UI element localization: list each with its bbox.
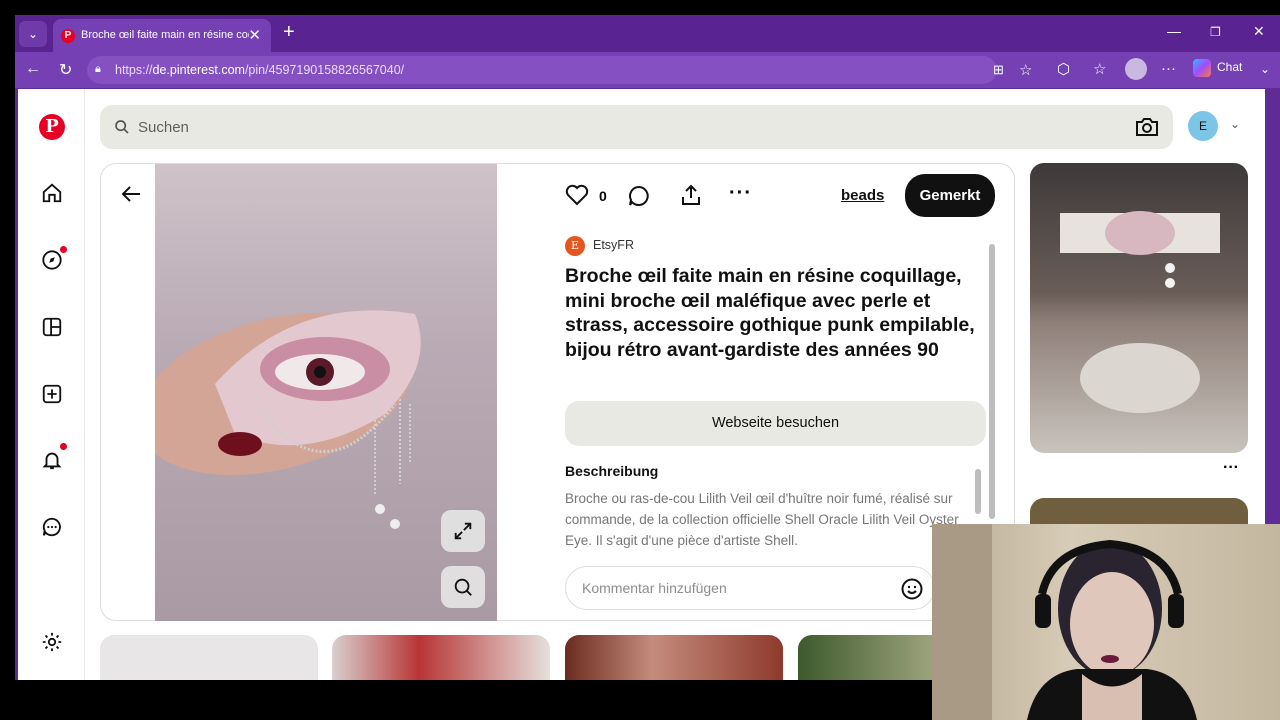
notifications-icon[interactable] bbox=[38, 443, 67, 474]
more-icon[interactable]: ··· bbox=[729, 182, 752, 205]
pin-image[interactable] bbox=[138, 164, 497, 621]
related-pin-more-icon[interactable]: ··· bbox=[1223, 459, 1239, 477]
home-icon[interactable] bbox=[38, 179, 66, 207]
save-button[interactable]: Gemerkt bbox=[905, 174, 995, 217]
left-nav-rail: P bbox=[18, 89, 85, 680]
comment-icon[interactable] bbox=[627, 184, 651, 208]
pin-source[interactable]: E EtsyFR bbox=[565, 236, 634, 256]
feed-pin-2[interactable] bbox=[332, 635, 550, 680]
visual-search-button[interactable] bbox=[441, 566, 485, 608]
feed-pin-3[interactable] bbox=[565, 635, 783, 680]
tab-actions-icon[interactable]: ⌄ bbox=[19, 21, 47, 47]
url-prefix: https:// bbox=[115, 63, 153, 77]
url-path: /pin/4597190158826567040/ bbox=[244, 63, 405, 77]
visual-search-icon bbox=[454, 578, 472, 596]
heart-icon[interactable] bbox=[565, 184, 589, 206]
webcam-overlay bbox=[932, 524, 1280, 720]
chat-label: Chat bbox=[1217, 60, 1243, 75]
like-count: 0 bbox=[599, 188, 607, 204]
favorite-star-icon[interactable]: ☆ bbox=[1019, 61, 1032, 79]
settings-more-icon[interactable]: ··· bbox=[1161, 60, 1176, 77]
create-icon[interactable] bbox=[38, 380, 66, 408]
board-selector[interactable]: beads bbox=[841, 187, 884, 204]
pin-closeup: 0 ··· beads Gemerkt E EtsyFR Broche œil f… bbox=[100, 163, 1015, 621]
boards-icon[interactable] bbox=[38, 313, 66, 341]
explore-badge bbox=[60, 246, 67, 253]
source-name: EtsyFR bbox=[593, 238, 634, 252]
settings-icon[interactable] bbox=[38, 628, 66, 656]
copilot-chat-button[interactable]: Chat bbox=[1193, 59, 1242, 77]
visit-website-button[interactable]: Webseite besuchen bbox=[565, 401, 986, 446]
messages-icon[interactable] bbox=[38, 513, 66, 541]
minimize-icon[interactable]: — bbox=[1167, 23, 1181, 39]
expand-icon bbox=[454, 522, 472, 540]
tab-bar: ⌄ P Broche œil faite main en résine coqu… bbox=[15, 15, 1280, 52]
account-chevron-icon[interactable]: ⌄ bbox=[1230, 117, 1240, 131]
close-window-icon[interactable]: ✕ bbox=[1253, 23, 1265, 40]
search-icon bbox=[115, 120, 129, 134]
url-field[interactable]: 🔒︎ https://de.pinterest.com/pin/45971901… bbox=[87, 56, 1032, 84]
expand-image-button[interactable] bbox=[441, 510, 485, 552]
reader-view-icon[interactable]: ⊞ bbox=[993, 62, 1004, 78]
tab-title: Broche œil faite main en résine coquilla… bbox=[81, 29, 249, 41]
restore-icon[interactable]: ❐ bbox=[1210, 25, 1221, 39]
explore-icon[interactable] bbox=[38, 246, 67, 274]
tab-close-icon[interactable]: ✕ bbox=[248, 26, 261, 44]
tab-active[interactable]: P Broche œil faite main en résine coquil… bbox=[53, 19, 271, 52]
webcam-person bbox=[932, 524, 1197, 720]
source-avatar: E bbox=[565, 236, 585, 256]
new-tab-icon[interactable]: + bbox=[283, 21, 295, 44]
camera-search-icon[interactable] bbox=[1134, 115, 1160, 139]
description-scrollbar[interactable] bbox=[975, 469, 981, 514]
detail-scrollbar[interactable] bbox=[989, 244, 995, 519]
related-pin-image bbox=[1060, 211, 1220, 413]
emoji-icon[interactable] bbox=[900, 577, 924, 601]
chevron-down-icon[interactable]: ⌄ bbox=[1260, 62, 1270, 76]
back-icon[interactable]: ← bbox=[25, 60, 41, 78]
search-input[interactable]: Suchen bbox=[138, 119, 189, 136]
feed-pin-1[interactable] bbox=[100, 635, 318, 680]
copilot-icon bbox=[1193, 59, 1211, 77]
related-pin-1[interactable] bbox=[1030, 163, 1248, 453]
url-host: de.pinterest.com bbox=[152, 63, 245, 77]
brooch-photo bbox=[138, 310, 421, 529]
notifications-badge bbox=[60, 443, 67, 450]
address-bar-row: ← ↻ 🔒︎ https://de.pinterest.com/pin/4597… bbox=[15, 52, 1280, 88]
site-info-icon[interactable]: 🔒︎ bbox=[95, 63, 101, 76]
comment-input[interactable]: Kommentar hinzufügen bbox=[565, 566, 935, 610]
comment-placeholder: Kommentar hinzufügen bbox=[582, 580, 727, 596]
pinterest-logo-icon[interactable]: P bbox=[38, 113, 66, 141]
description-heading: Beschreibung bbox=[565, 463, 659, 479]
back-arrow-icon[interactable] bbox=[119, 182, 143, 206]
profile-icon[interactable] bbox=[1125, 58, 1147, 80]
pin-title: Broche œil faite main en résine coquilla… bbox=[565, 265, 975, 361]
search-bar[interactable]: Suchen bbox=[100, 105, 1173, 149]
pinterest-favicon-icon: P bbox=[61, 29, 75, 43]
description-text: Broche ou ras-de-cou Lilith Veil œil d'h… bbox=[565, 491, 959, 548]
favorites-icon[interactable]: ☆ bbox=[1093, 60, 1106, 78]
extensions-icon[interactable]: ⬡ bbox=[1057, 60, 1070, 78]
share-icon[interactable] bbox=[679, 183, 703, 207]
reload-icon[interactable]: ↻ bbox=[59, 60, 72, 80]
avatar[interactable]: E bbox=[1188, 111, 1218, 141]
